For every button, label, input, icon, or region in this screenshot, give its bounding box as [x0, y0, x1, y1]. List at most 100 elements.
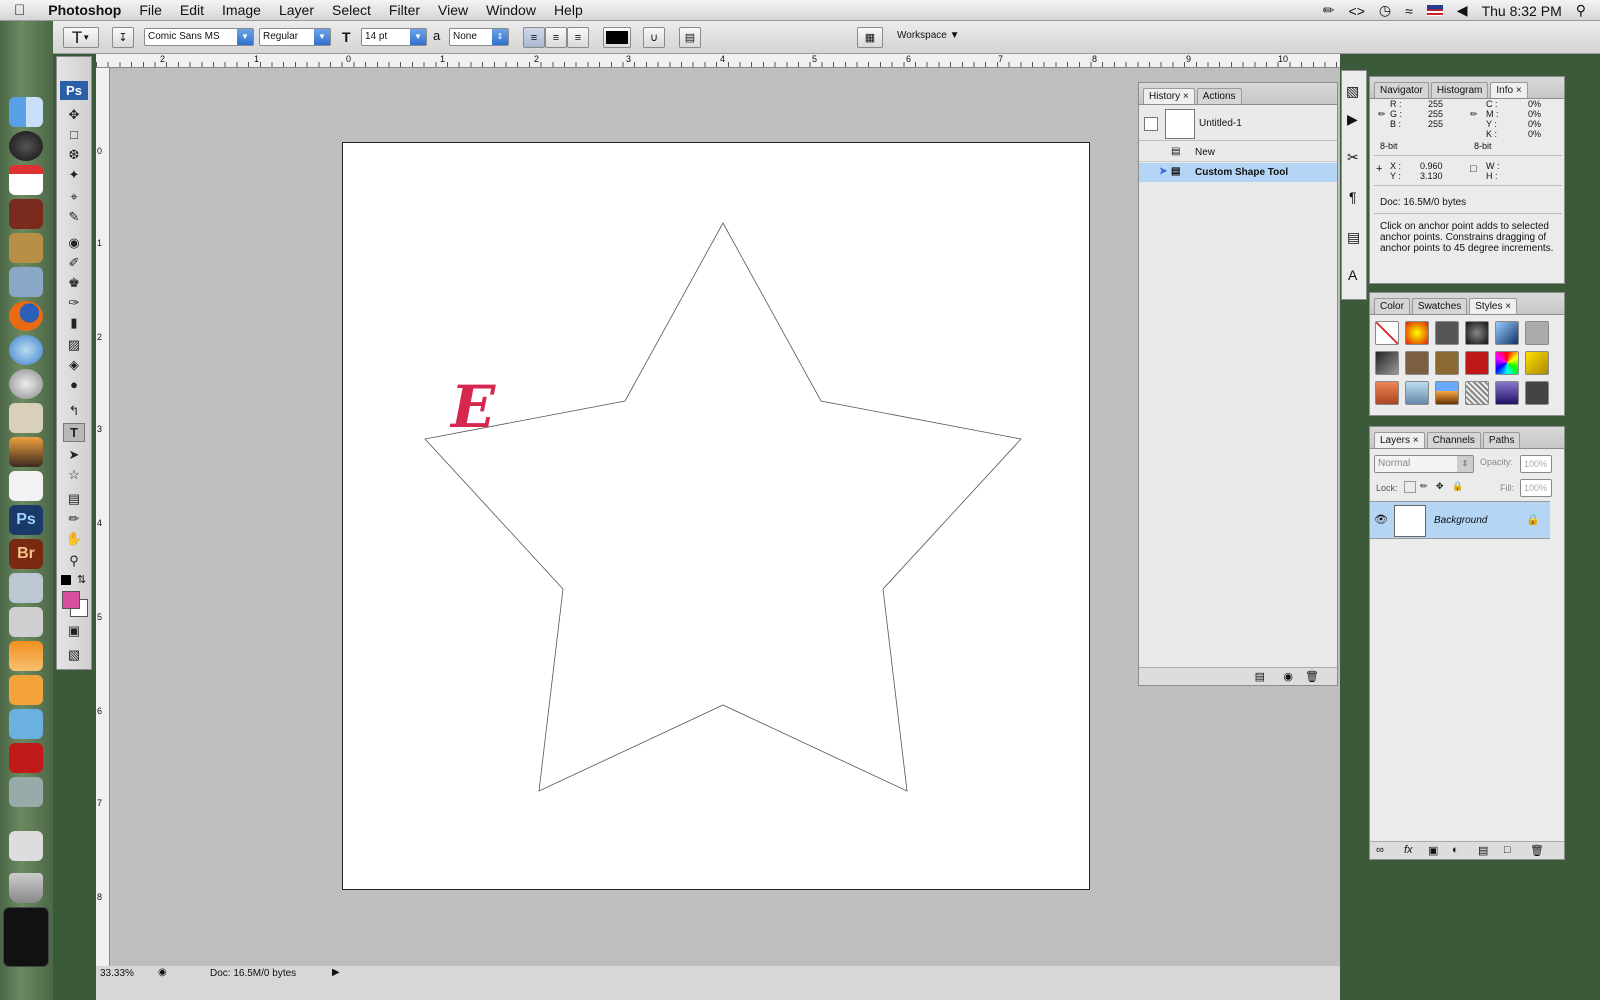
textedit-icon[interactable] — [9, 471, 43, 501]
tab-info[interactable]: Info × — [1490, 82, 1528, 98]
script-icon[interactable]: ✏ — [1323, 2, 1335, 19]
adjustment-layer-icon[interactable]: ◐ — [1452, 844, 1459, 856]
dictionary-icon[interactable] — [9, 199, 43, 229]
align-center-button[interactable]: ≡ — [545, 27, 567, 48]
crop-tool-icon[interactable]: ⌖ — [63, 187, 85, 206]
time-machine-icon[interactable]: ◷ — [1379, 2, 1391, 19]
style-swatch[interactable] — [1375, 381, 1399, 405]
history-snapshot-row[interactable]: Untitled-1 — [1139, 107, 1337, 141]
menu-select[interactable]: Select — [323, 0, 380, 21]
tab-swatches[interactable]: Swatches — [1411, 298, 1468, 314]
history-brush-icon[interactable]: ✑ — [63, 293, 85, 312]
menu-layer[interactable]: Layer — [270, 0, 323, 21]
tab-navigator[interactable]: Navigator — [1374, 82, 1429, 98]
finder-icon[interactable] — [9, 97, 43, 127]
volume-icon[interactable]: ◀ — [1457, 2, 1468, 19]
lock-all-icon[interactable]: 🔒 — [1452, 481, 1463, 492]
printer-icon[interactable] — [9, 607, 43, 637]
default-colors-icon[interactable] — [61, 575, 71, 585]
foreground-color-swatch[interactable] — [62, 591, 80, 609]
eyedropper-tool-icon[interactable]: ✏ — [63, 509, 85, 528]
slice-tool-icon[interactable]: ✎ — [63, 207, 85, 226]
chess-icon[interactable] — [9, 831, 43, 861]
layer-comps-icon[interactable]: ▤ — [1347, 229, 1360, 246]
blend-mode-select[interactable]: Normal ⇕ — [1374, 455, 1474, 473]
style-swatch[interactable] — [1495, 351, 1519, 375]
tab-color[interactable]: Color — [1374, 298, 1410, 314]
style-swatch[interactable] — [1465, 351, 1489, 375]
tab-histogram[interactable]: Histogram — [1430, 82, 1489, 98]
tab-layers[interactable]: Layers × — [1374, 432, 1425, 448]
style-swatch[interactable] — [1405, 351, 1429, 375]
zoom-level[interactable]: 33.33% — [100, 968, 134, 979]
style-swatch[interactable] — [1435, 351, 1459, 375]
tool-preset-picker[interactable]: T ▼ — [63, 27, 99, 48]
menu-view[interactable]: View — [429, 0, 477, 21]
marquee-tool-icon[interactable]: □ — [63, 125, 85, 144]
style-swatch[interactable] — [1435, 321, 1459, 345]
firefox-icon[interactable] — [9, 301, 43, 331]
mail-icon[interactable] — [9, 403, 43, 433]
layer-mask-icon[interactable]: ▣ — [1428, 844, 1438, 857]
photoshop-icon[interactable]: Ps — [9, 505, 43, 535]
workspace-menu[interactable]: Workspace ▼ — [897, 30, 960, 41]
tab-paths[interactable]: Paths — [1482, 432, 1521, 448]
menu-file[interactable]: File — [130, 0, 171, 21]
zoom-tool-icon[interactable]: ⚲ — [63, 551, 85, 570]
move-tool-icon[interactable]: ✥ — [63, 105, 85, 124]
lock-image-icon[interactable]: ✏ — [1420, 481, 1428, 492]
lasso-tool-icon[interactable]: ❆ — [63, 145, 85, 164]
swap-colors-icon[interactable]: ⇅ — [77, 573, 86, 586]
quick-mask-icon[interactable]: ▣ — [63, 621, 85, 640]
status-menu-arrow-icon[interactable]: ▶ — [332, 967, 340, 978]
trash-icon[interactable]: 🗑 — [1305, 670, 1319, 683]
tab-history[interactable]: History × — [1143, 88, 1195, 104]
new-layer-icon[interactable]: □ — [1504, 844, 1511, 856]
screen-mode-icon[interactable]: ▧ — [63, 645, 85, 664]
bridge-button[interactable]: ▦ — [857, 27, 883, 48]
style-swatch[interactable] — [1495, 381, 1519, 405]
menu-filter[interactable]: Filter — [380, 0, 429, 21]
bridge-icon[interactable]: Br — [9, 539, 43, 569]
menu-app-name[interactable]: Photoshop — [39, 0, 130, 21]
notes-tool-icon[interactable]: ▤ — [63, 489, 85, 508]
clone-stamp-icon[interactable]: ♚ — [63, 273, 85, 292]
style-swatch[interactable] — [1405, 381, 1429, 405]
history-item[interactable]: ▤ New — [1139, 143, 1337, 162]
clock[interactable]: Thu 8:32 PM — [1482, 3, 1562, 19]
tab-channels[interactable]: Channels — [1426, 432, 1481, 448]
ical-icon[interactable] — [9, 165, 43, 195]
type-tool-icon[interactable]: T — [63, 423, 85, 442]
link-layers-icon[interactable]: ∞ — [1376, 844, 1384, 856]
layer-row[interactable]: 👁 Background 🔒 — [1370, 501, 1550, 539]
document-status[interactable]: Doc: 16.5M/0 bytes — [210, 968, 296, 979]
style-swatch[interactable] — [1435, 381, 1459, 405]
delete-layer-icon[interactable]: 🗑 — [1530, 844, 1544, 857]
iphoto-2-icon[interactable] — [9, 709, 43, 739]
text-layer-glyph[interactable]: E — [451, 373, 495, 441]
gradient-tool-icon[interactable]: ▨ — [63, 335, 85, 354]
character-panel-icon[interactable]: A — [1348, 267, 1357, 283]
style-swatch[interactable] — [1495, 321, 1519, 345]
text-color-swatch[interactable] — [603, 27, 631, 48]
lock-position-icon[interactable]: ✥ — [1436, 481, 1444, 492]
stack-icon[interactable] — [3, 907, 49, 967]
history-panel-icon[interactable]: ▧ — [1346, 83, 1359, 100]
style-swatch[interactable] — [1465, 321, 1489, 345]
antialias-select[interactable]: None ⇕ — [449, 28, 509, 46]
preview-icon[interactable] — [9, 267, 43, 297]
wifi-icon[interactable]: ≈ — [1405, 3, 1413, 19]
style-swatch[interactable] — [1405, 321, 1429, 345]
lock-transparent-icon[interactable] — [1404, 481, 1416, 493]
hand-tool-icon[interactable]: ✋ — [63, 529, 85, 548]
flag-icon[interactable] — [1426, 5, 1443, 16]
new-document-icon[interactable]: ▤ — [1255, 670, 1265, 683]
actions-panel-icon[interactable]: ▶ — [1347, 111, 1358, 128]
dodge-tool-icon[interactable]: ● — [63, 375, 85, 394]
tab-styles[interactable]: Styles × — [1469, 298, 1518, 314]
eraser-tool-icon[interactable]: ▮ — [63, 313, 85, 332]
style-swatch[interactable] — [1375, 351, 1399, 375]
horizontal-ruler[interactable]: 2 1 0 1 2 3 4 5 6 7 8 9 10 — [96, 54, 1340, 68]
style-swatch[interactable] — [1465, 381, 1489, 405]
system-icon[interactable] — [9, 369, 43, 399]
